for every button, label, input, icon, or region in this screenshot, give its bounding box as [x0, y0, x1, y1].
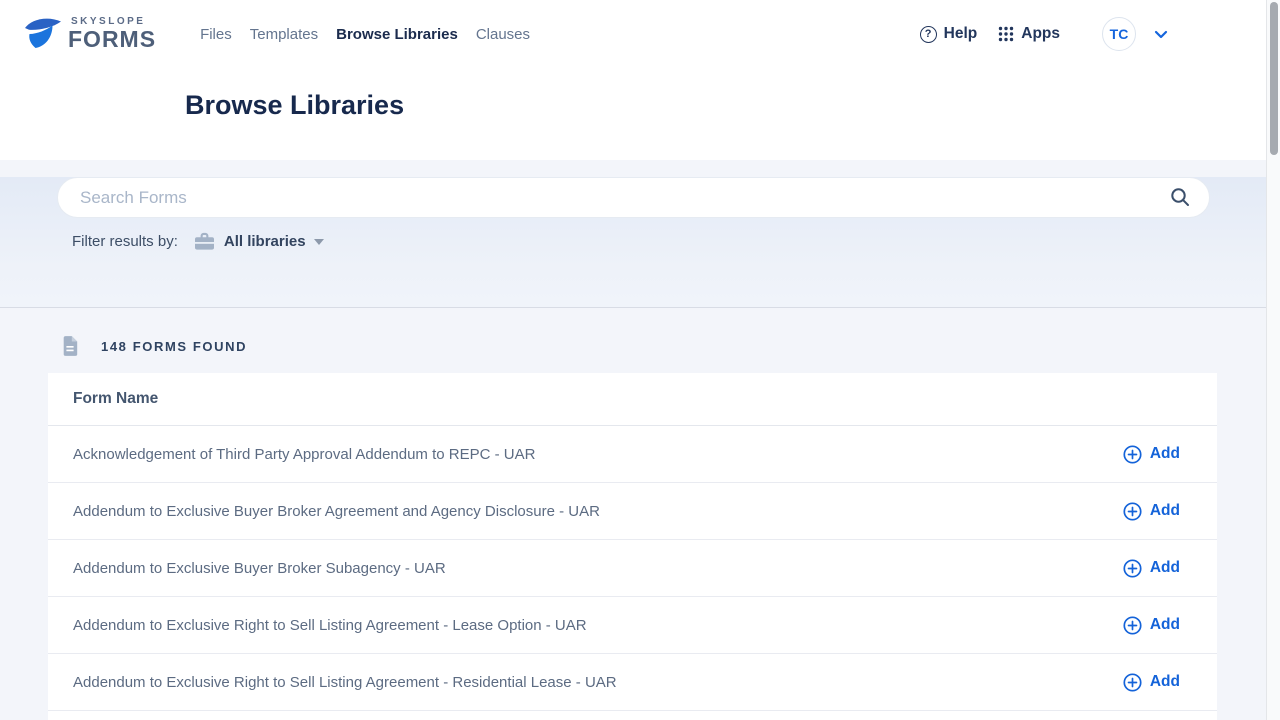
- help-icon: ?: [920, 26, 937, 43]
- briefcase-icon: [194, 232, 215, 251]
- avatar-initials: TC: [1110, 26, 1129, 42]
- apps-grid-icon: [998, 26, 1014, 42]
- add-form-button[interactable]: Add: [1123, 502, 1180, 521]
- forms-table: Form Name Acknowledgement of Third Party…: [48, 373, 1217, 720]
- plus-circle-icon: [1123, 445, 1142, 464]
- filter-label: Filter results by:: [72, 233, 178, 250]
- topbar: SKYSLOPE FORMS Files Templates Browse Li…: [0, 0, 1280, 68]
- document-icon: [61, 335, 79, 357]
- library-selected-value: All libraries: [224, 233, 306, 250]
- search-filter-section: Filter results by: All libraries: [0, 177, 1280, 308]
- search-input[interactable]: [80, 188, 1168, 208]
- plus-circle-icon: [1123, 502, 1142, 521]
- add-form-button[interactable]: Add: [1123, 616, 1180, 635]
- apps-label: Apps: [1021, 25, 1060, 43]
- form-name: Addendum to Exclusive Right to Sell List…: [73, 617, 587, 634]
- plus-circle-icon: [1123, 616, 1142, 635]
- add-form-button[interactable]: Add: [1123, 673, 1180, 692]
- plus-circle-icon: [1123, 673, 1142, 692]
- search-bar: [57, 177, 1210, 218]
- table-row: Addendum to Exclusive Buyer Broker Subag…: [48, 540, 1217, 597]
- plus-circle-icon: [1123, 559, 1142, 578]
- table-header-row: Form Name: [48, 373, 1217, 426]
- column-header-form-name: Form Name: [73, 390, 158, 408]
- nav-item-templates[interactable]: Templates: [250, 26, 318, 43]
- avatar[interactable]: TC: [1102, 17, 1136, 51]
- add-form-button[interactable]: Add: [1123, 445, 1180, 464]
- filter-row: Filter results by: All libraries: [72, 232, 1280, 251]
- table-row: Addendum to Exclusive Right to Sell List…: [48, 654, 1217, 711]
- forms-found-count: 148 FORMS FOUND: [101, 339, 247, 354]
- form-name: Addendum to Exclusive Buyer Broker Agree…: [73, 503, 600, 520]
- table-row: Addendum to Exclusive Buyer Broker Agree…: [48, 483, 1217, 540]
- caret-down-icon: [314, 239, 324, 245]
- add-label: Add: [1150, 616, 1180, 634]
- table-row: Addendum to Exclusive Right to Sell List…: [48, 597, 1217, 654]
- add-label: Add: [1150, 559, 1180, 577]
- form-name: Addendum to Exclusive Right to Sell List…: [73, 674, 617, 691]
- add-label: Add: [1150, 673, 1180, 691]
- account-menu-chevron-down-icon[interactable]: [1154, 30, 1168, 39]
- library-filter-dropdown[interactable]: All libraries: [194, 232, 324, 251]
- help-label: Help: [944, 25, 978, 43]
- results-section: 148 FORMS FOUND Form Name Acknowledgemen…: [0, 308, 1280, 720]
- page-scrollbar-thumb[interactable]: [1270, 2, 1278, 155]
- nav-item-browse-libraries[interactable]: Browse Libraries: [336, 26, 458, 43]
- app-header: SKYSLOPE FORMS Files Templates Browse Li…: [0, 0, 1280, 160]
- main-nav: Files Templates Browse Libraries Clauses: [200, 26, 530, 43]
- add-form-button[interactable]: Add: [1123, 559, 1180, 578]
- apps-button[interactable]: Apps: [998, 25, 1060, 43]
- form-name: Addendum to Exclusive Buyer Broker Subag…: [73, 560, 446, 577]
- add-label: Add: [1150, 445, 1180, 463]
- forms-found-status: 148 FORMS FOUND: [61, 335, 1280, 357]
- add-label: Add: [1150, 502, 1180, 520]
- table-row: Acknowledgement of Third Party Approval …: [48, 426, 1217, 483]
- topbar-right: ? Help Apps TC: [920, 17, 1168, 51]
- search-icon: [1170, 187, 1191, 208]
- skyslope-forms-logo[interactable]: SKYSLOPE FORMS: [22, 15, 156, 53]
- page-scrollbar-track[interactable]: [1266, 0, 1280, 720]
- nav-item-files[interactable]: Files: [200, 26, 232, 43]
- help-button[interactable]: ? Help: [920, 25, 978, 43]
- form-name: Acknowledgement of Third Party Approval …: [73, 446, 535, 463]
- page-title: Browse Libraries: [185, 90, 404, 121]
- logo-text-forms: FORMS: [68, 28, 156, 51]
- logo-swoosh-icon: [22, 15, 64, 53]
- nav-item-clauses[interactable]: Clauses: [476, 26, 530, 43]
- search-button[interactable]: [1168, 185, 1193, 210]
